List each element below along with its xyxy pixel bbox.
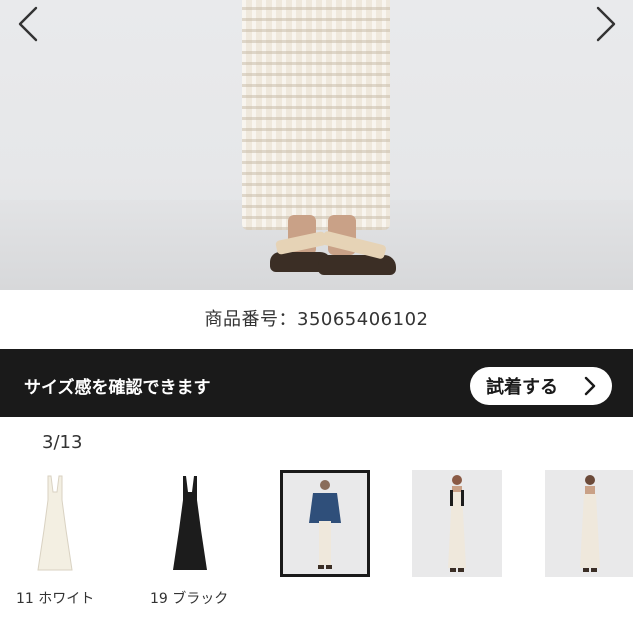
- size-fit-text: サイズ感を確認できます: [24, 378, 211, 398]
- model-photo: [580, 475, 600, 572]
- thumbnail-model-jacket[interactable]: [280, 470, 370, 577]
- try-on-button[interactable]: 試着する: [470, 367, 612, 405]
- product-hero-image[interactable]: [0, 0, 633, 290]
- chevron-right-icon: [596, 6, 616, 42]
- dress-image: [173, 476, 207, 570]
- thumbnail-model-back[interactable]: [545, 470, 633, 577]
- try-on-label: 試着する: [486, 377, 558, 398]
- next-image-button[interactable]: [584, 4, 624, 44]
- model-photo: [309, 480, 341, 569]
- dress-image: [37, 475, 73, 571]
- image-counter: 3/13: [42, 432, 83, 453]
- thumbnail-black-dress[interactable]: [145, 470, 235, 577]
- prev-image-button[interactable]: [10, 4, 50, 44]
- product-page: 商品番号：35065406102 サイズ感を確認できます 試着する 3/13 1…: [0, 0, 633, 633]
- chevron-right-icon: [584, 376, 596, 396]
- thumbnail-label-white: 11 ホワイト: [16, 591, 95, 607]
- model-photo: [448, 475, 466, 572]
- crochet-skirt: [242, 0, 390, 230]
- product-number: 商品番号：35065406102: [204, 309, 429, 330]
- chevron-left-icon: [18, 6, 38, 42]
- thumbnail-label-black: 19 ブラック: [150, 591, 229, 607]
- sandal-right: [318, 255, 396, 275]
- thumbnail-white-dress[interactable]: [10, 470, 100, 577]
- thumbnail-model-front[interactable]: [412, 470, 502, 577]
